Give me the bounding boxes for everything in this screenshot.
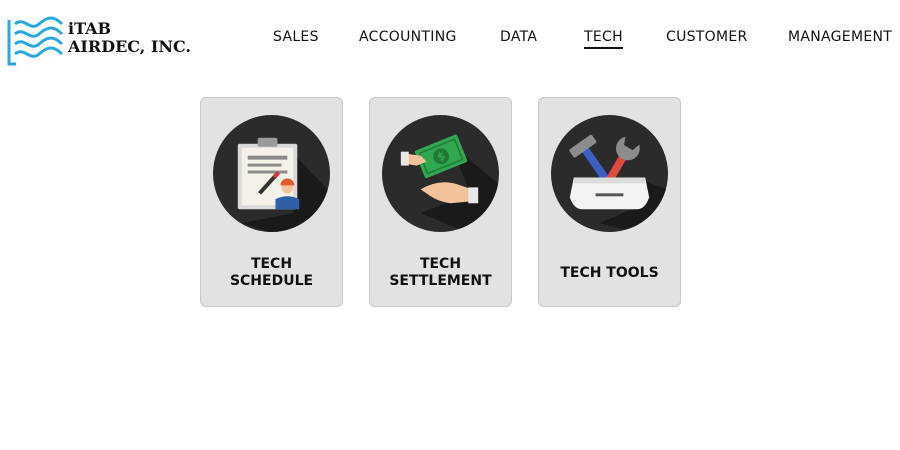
tech-settlement-label: TECH SETTLEMENT [389, 256, 492, 289]
nav-data[interactable]: DATA [500, 27, 537, 47]
tech-tools-label: TECH TOOLS [560, 264, 659, 281]
nav-management[interactable]: MANAGEMENT [788, 27, 892, 47]
toolbox-icon [550, 114, 669, 233]
clipboard-technician-icon [212, 114, 331, 233]
tech-schedule-label: TECH SCHEDULE [229, 256, 314, 289]
top-nav: SALES ACCOUNTING DATA TECH CUSTOMER MANA… [0, 27, 900, 51]
nav-customer[interactable]: CUSTOMER [666, 27, 748, 47]
nav-accounting[interactable]: ACCOUNTING [359, 27, 457, 47]
tech-tools-card[interactable]: TECH TOOLS [538, 97, 681, 307]
nav-tech[interactable]: TECH [584, 27, 623, 49]
tech-schedule-card[interactable]: TECH SCHEDULE [200, 97, 343, 307]
money-hand-icon: $ [381, 114, 500, 233]
tech-settlement-card[interactable]: $ TECH SETTLEMENT [369, 97, 512, 307]
nav-sales[interactable]: SALES [273, 27, 319, 47]
